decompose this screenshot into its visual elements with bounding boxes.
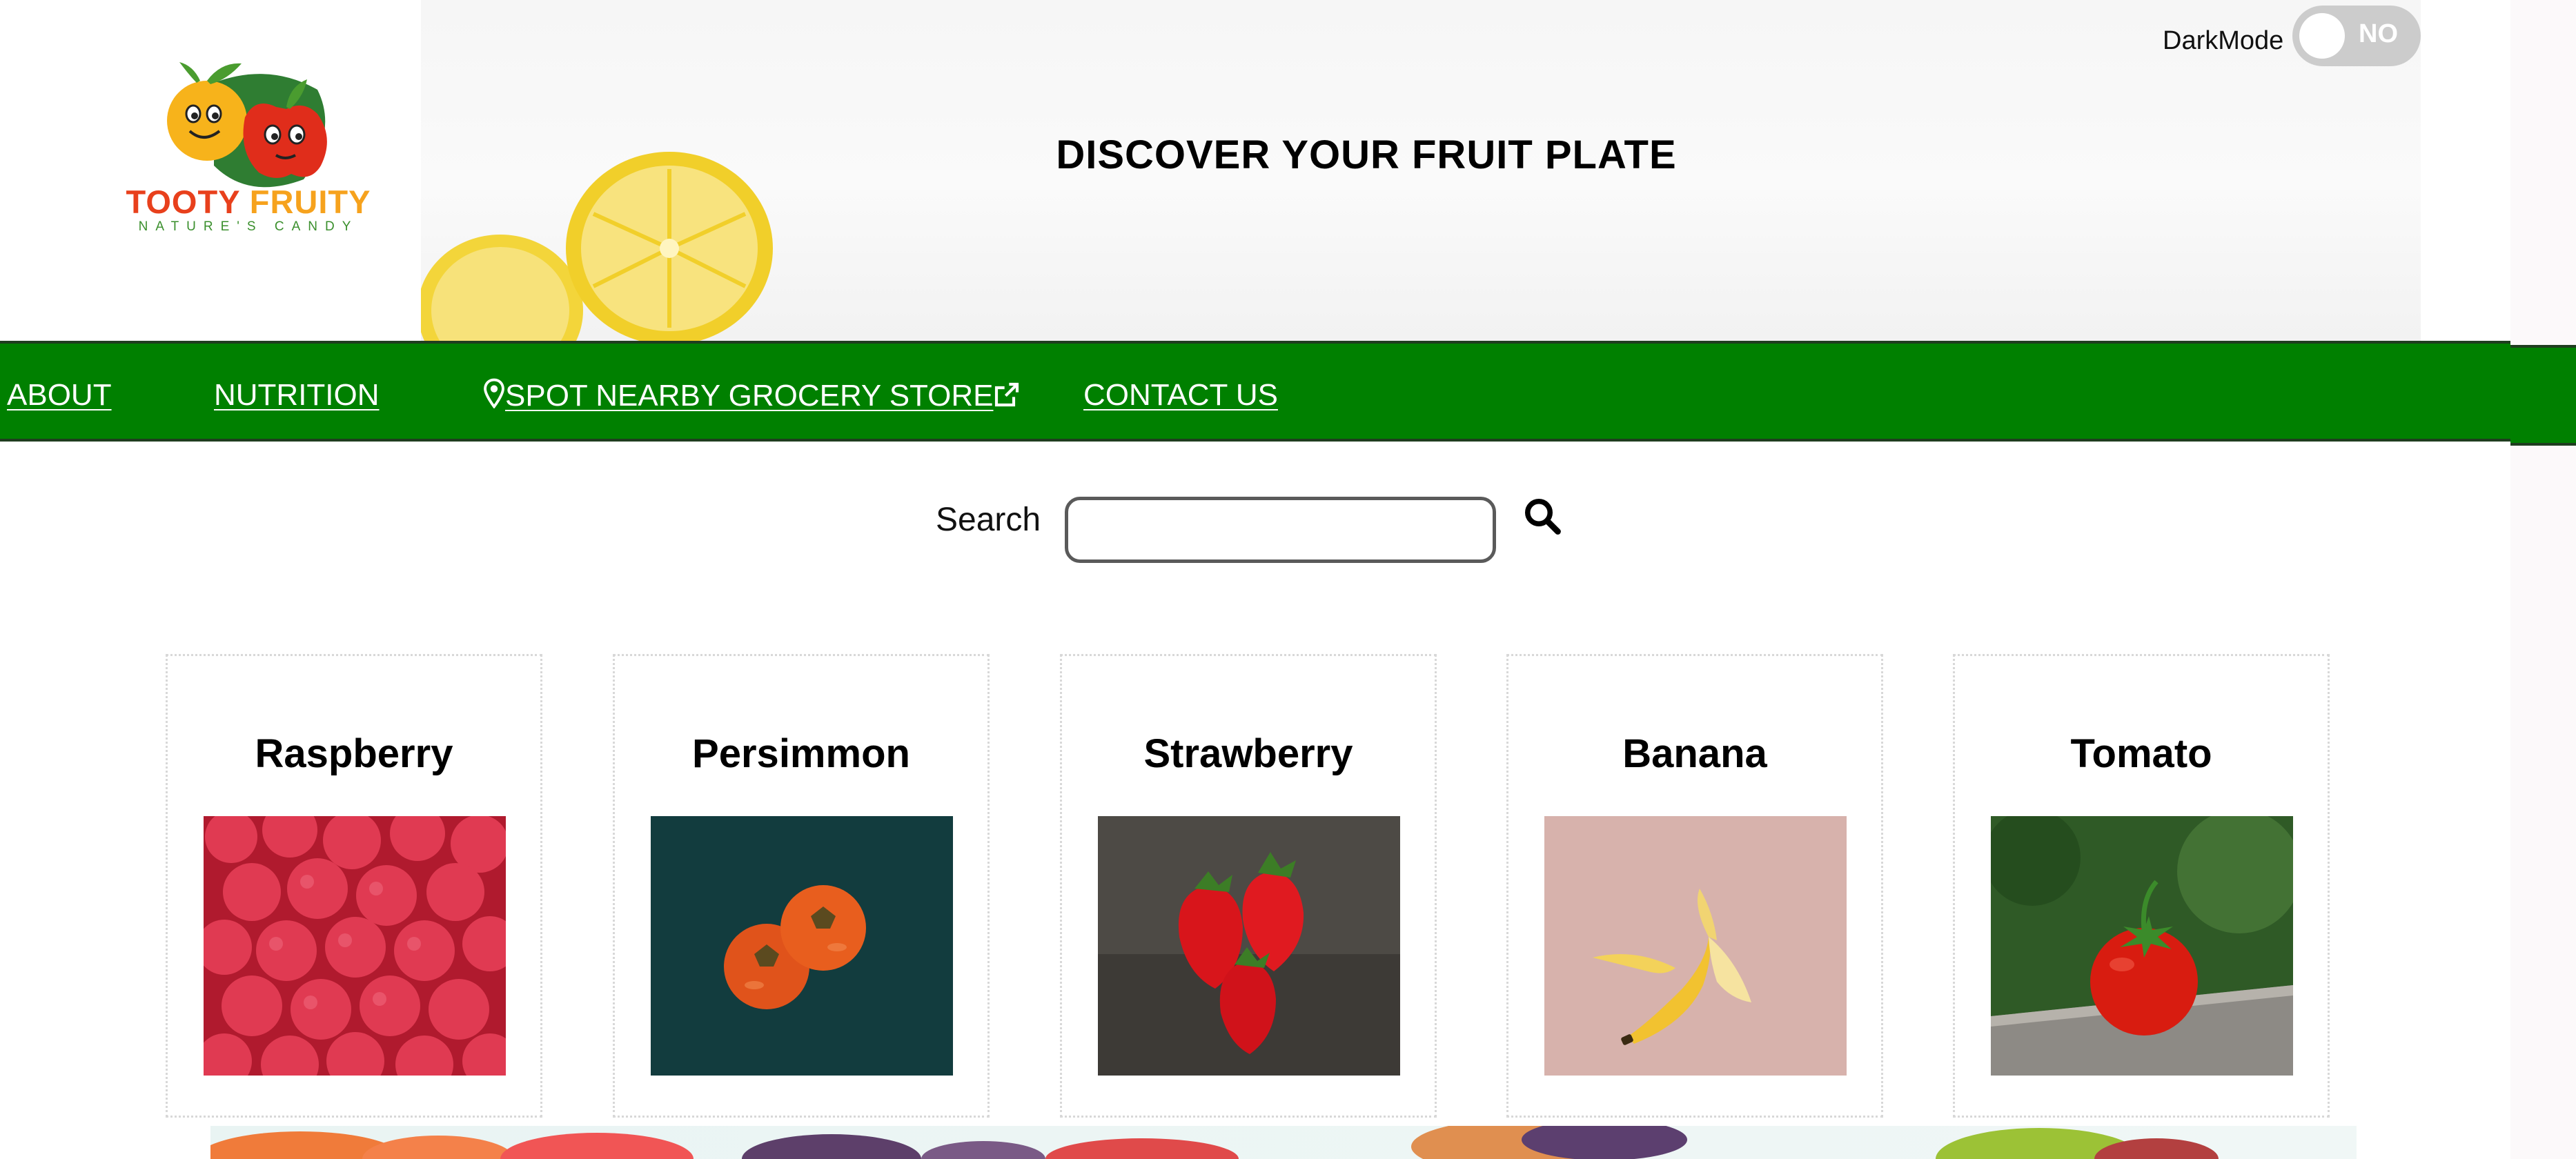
main-nav: ABOUT NUTRITION SPOT NEARBY GROCERY STOR… <box>0 341 2510 442</box>
search-input[interactable] <box>1065 497 1496 563</box>
fruit-card-title: Raspberry <box>255 731 453 776</box>
nav-item-grocery-store-label: SPOT NEARBY GROCERY STORE <box>505 379 994 413</box>
logo[interactable]: TOOTY FRUITY NATURE'S CANDY <box>0 0 421 341</box>
nav-item-grocery-store[interactable]: SPOT NEARBY GROCERY STORE <box>483 378 1021 413</box>
brand-tagline: NATURE'S CANDY <box>138 219 359 234</box>
fruit-card-title: Banana <box>1622 731 1767 776</box>
fruit-card-image <box>1991 816 2293 1076</box>
lemon-halves-image <box>421 152 773 341</box>
map-pin-icon <box>484 378 504 409</box>
toggle-knob <box>2299 13 2345 59</box>
fruit-card-tomato[interactable]: Tomato <box>1953 654 2330 1118</box>
persimmon-photo <box>651 816 953 1076</box>
brand-name: TOOTY FRUITY <box>126 184 371 220</box>
fruit-card-title: Strawberry <box>1143 731 1353 776</box>
darkmode-toggle[interactable]: NO <box>2292 6 2421 66</box>
nav-item-contact-us[interactable]: CONTACT US <box>1083 378 1278 413</box>
fruit-card-banana[interactable]: Banana <box>1506 654 1883 1118</box>
search-button[interactable] <box>1522 495 1563 537</box>
fruit-card-image <box>651 816 953 1076</box>
banana-photo <box>1544 816 1847 1076</box>
nav-item-nutrition[interactable]: NUTRITION <box>214 378 380 413</box>
fruit-collage-image <box>210 1126 2219 1159</box>
fruit-card-persimmon[interactable]: Persimmon <box>613 654 990 1118</box>
hero-banner: DISCOVER YOUR FRUIT PLATE DarkMode NO <box>421 0 2421 341</box>
strawberry-photo <box>1098 816 1400 1076</box>
darkmode-label: DarkMode <box>2163 26 2284 55</box>
fruit-card-title: Tomato <box>2070 731 2212 776</box>
external-link-icon <box>995 382 1019 407</box>
fruit-card-image <box>204 816 506 1076</box>
fruit-card-image <box>1098 816 1400 1076</box>
fruit-card-image <box>1544 816 1847 1076</box>
fruit-card-strawberry[interactable]: Strawberry <box>1060 654 1437 1118</box>
page-right-gutter <box>2510 0 2576 1159</box>
toggle-state-text: NO <box>2359 19 2398 48</box>
tomato-photo <box>1991 816 2293 1076</box>
search-icon <box>1525 499 1561 535</box>
fruit-card-title: Persimmon <box>692 731 910 776</box>
nav-item-about[interactable]: ABOUT <box>7 378 112 413</box>
search-label: Search <box>936 502 1041 538</box>
fruit-card-raspberry[interactable]: Raspberry <box>166 654 542 1118</box>
fruit-collage-banner <box>210 1126 2357 1159</box>
hero-title: DISCOVER YOUR FRUIT PLATE <box>1056 132 1677 177</box>
nav-overflow-strip <box>2510 345 2576 446</box>
raspberry-photo <box>204 816 506 1076</box>
